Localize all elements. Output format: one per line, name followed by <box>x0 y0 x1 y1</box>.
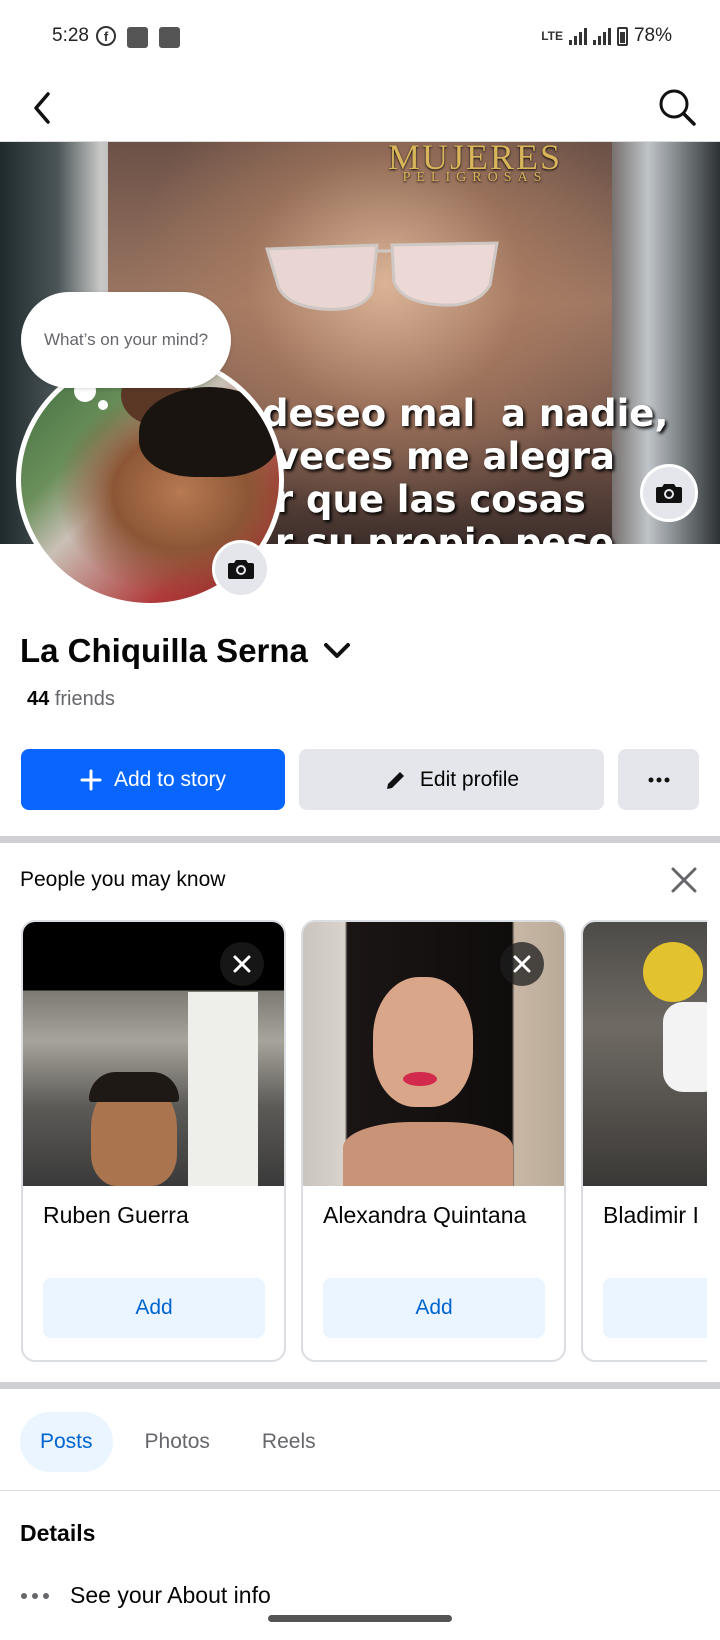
status-indicators: LTE 78% <box>541 25 672 47</box>
edit-profile-picture-camera-button[interactable] <box>212 540 270 598</box>
search-icon[interactable] <box>656 86 698 128</box>
cover-quote-text: deseo mal a nadie, veces me alegra r que… <box>262 392 669 544</box>
signal-icon <box>592 27 611 45</box>
about-info-label: See your About info <box>70 1582 271 1608</box>
add-to-story-label: Add to story <box>113 767 227 791</box>
photo-background <box>643 942 703 1002</box>
friends-count[interactable]: 44 friends <box>27 688 115 711</box>
notification-icon <box>159 27 180 48</box>
add-friend-button[interactable]: Add <box>43 1278 265 1338</box>
thought-bubble-text: What’s on your mind? <box>43 330 209 349</box>
status-time: 5:28 <box>52 25 89 46</box>
add-friend-button[interactable]: A <box>603 1278 707 1338</box>
person-name[interactable]: Bladimir I <box>603 1202 699 1229</box>
details-heading: Details <box>20 1520 96 1546</box>
status-bar: 5:28 f LTE 78% <box>0 0 720 72</box>
tab-photos[interactable]: Photos <box>125 1412 230 1472</box>
add-friend-button[interactable]: Add <box>323 1278 545 1338</box>
person-hair <box>89 1072 179 1102</box>
battery-icon <box>616 26 628 46</box>
close-icon <box>233 955 251 973</box>
lte-icon: LTE <box>541 29 563 43</box>
tab-posts[interactable]: Posts <box>20 1412 113 1472</box>
person-lips <box>403 1072 437 1086</box>
edit-profile-label: Edit profile <box>419 767 520 791</box>
more-dots-icon <box>648 777 669 782</box>
more-options-button[interactable] <box>618 749 699 810</box>
home-indicator[interactable] <box>268 1615 452 1622</box>
cover-logo: MUJERES PELIGROSAS <box>350 142 600 186</box>
dismiss-button[interactable] <box>500 942 544 986</box>
camera-icon <box>656 484 682 503</box>
sunglasses-graphic <box>264 241 499 311</box>
add-to-story-button[interactable]: Add to story <box>21 749 285 810</box>
profile-name-row: La Chiquilla Serna <box>20 632 352 670</box>
profile-tabs: Posts Photos Reels <box>20 1412 336 1472</box>
pymk-card[interactable]: Ruben Guerra Add <box>21 920 286 1362</box>
section-divider <box>0 1382 720 1389</box>
avatar-hair <box>139 387 279 477</box>
thought-bubble[interactable]: What’s on your mind? <box>21 292 231 388</box>
profile-name: La Chiquilla Serna <box>20 632 308 669</box>
chevron-down-icon[interactable] <box>322 641 352 661</box>
section-divider <box>0 836 720 843</box>
top-nav <box>0 72 720 142</box>
thought-bubble-dot <box>98 400 108 410</box>
person-body <box>343 1122 513 1186</box>
camera-icon <box>228 560 254 579</box>
friends-label: friends <box>54 688 115 710</box>
edit-cover-camera-button[interactable] <box>640 464 698 522</box>
close-icon[interactable] <box>668 864 700 896</box>
pencil-icon <box>386 771 404 789</box>
plus-icon <box>80 769 102 790</box>
person-name[interactable]: Ruben Guerra <box>43 1202 189 1229</box>
tabs-divider <box>0 1490 720 1491</box>
person-photo[interactable] <box>583 922 707 1186</box>
pymk-title: People you may know <box>20 868 226 891</box>
person-body <box>663 1002 707 1092</box>
facebook-notification-icon: f <box>96 26 116 46</box>
dismiss-button[interactable] <box>220 942 264 986</box>
back-arrow-icon[interactable] <box>24 88 64 128</box>
edit-profile-button[interactable]: Edit profile <box>299 749 604 810</box>
see-about-info-link[interactable]: See your About info <box>20 1582 271 1609</box>
person-face <box>373 977 473 1107</box>
more-dots-icon <box>21 1592 49 1599</box>
battery-percent: 78% <box>633 25 672 46</box>
notification-icon <box>127 27 148 48</box>
tab-reels[interactable]: Reels <box>242 1412 336 1472</box>
person-name[interactable]: Alexandra Quintana <box>323 1202 526 1229</box>
pymk-card[interactable]: Alexandra Quintana Add <box>301 920 566 1362</box>
pymk-carousel[interactable]: Ruben Guerra Add Alexandra Quintana Add … <box>21 920 707 1362</box>
photo-background <box>188 992 258 1186</box>
signal-icon <box>568 27 587 45</box>
friends-number: 44 <box>27 688 50 710</box>
close-icon <box>513 955 531 973</box>
pymk-card[interactable]: Bladimir I A <box>581 920 707 1362</box>
